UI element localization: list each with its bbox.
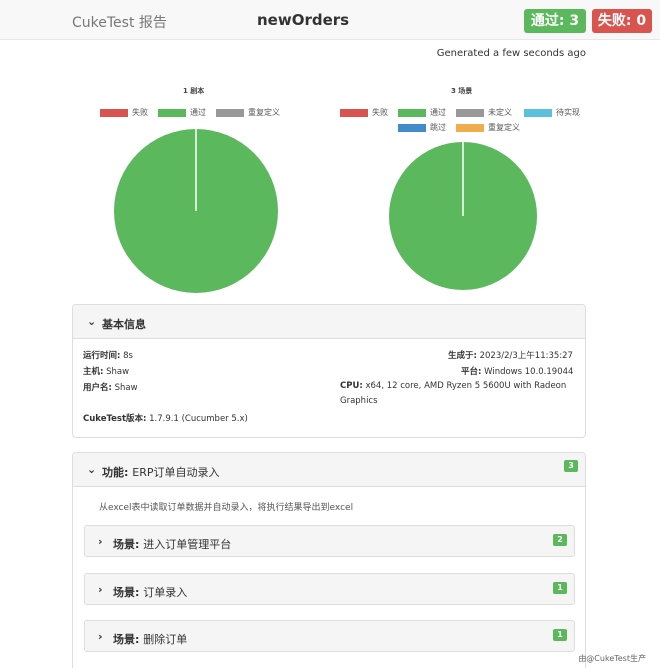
runtime-row: 运行时间: 8s — [83, 349, 133, 361]
legend-swatch — [216, 108, 244, 117]
legend-item[interactable]: 通过 — [398, 108, 446, 118]
legend-swatch — [456, 108, 484, 117]
host-row: 主机: Shaw — [83, 365, 129, 377]
host-value: Shaw — [106, 367, 130, 377]
runtime-label: 运行时间: — [83, 351, 121, 361]
chevron-down-icon: ⌄ — [87, 463, 97, 476]
chart-legend-features: 失败 通过 重复定义 — [100, 108, 300, 122]
scenario-item[interactable]: › 场景: 订单录入 1 — [84, 573, 575, 605]
user-label: 用户名: — [83, 383, 112, 393]
scenario-label: 场景: — [113, 633, 140, 646]
user-row: 用户名: Shaw — [83, 381, 138, 393]
legend-swatch — [456, 123, 484, 132]
legend-label: 通过 — [190, 108, 206, 117]
version-label: CukeTest版本: — [83, 414, 147, 424]
legend-item[interactable]: 重复定义 — [216, 108, 280, 118]
scenario-title: 场景: 进入订单管理平台 — [113, 536, 231, 552]
scenario-count-badge: 1 — [553, 629, 567, 641]
basic-info-title: 基本信息 — [102, 318, 146, 331]
legend-label: 通过 — [430, 108, 446, 117]
version-row: CukeTest版本: 1.7.9.1 (Cucumber 5.x) — [83, 412, 248, 424]
feature-description: 从excel表中读取订单数据并自动录入，将执行结果导出到excel — [99, 503, 354, 513]
chevron-right-icon: › — [98, 630, 103, 643]
legend-swatch — [100, 108, 128, 117]
feature-panel: ⌄ 功能: ERP订单自动录入 3 从excel表中读取订单数据并自动录入，将执… — [72, 452, 586, 668]
feature-label: 功能: — [102, 466, 129, 479]
legend-label: 待实现 — [556, 108, 580, 117]
legend-label: 跳过 — [430, 123, 446, 132]
legend-swatch — [158, 108, 186, 117]
legend-label: 未定义 — [488, 108, 512, 117]
cpu-row-continued: Graphics — [340, 396, 378, 406]
scenario-count-badge: 1 — [553, 582, 567, 594]
version-value: 1.7.9.1 (Cucumber 5.x) — [149, 414, 248, 424]
pass-count-badge: 通过: 3 — [524, 9, 586, 33]
pie-chart-scenarios — [389, 142, 537, 290]
scenario-name: 进入订单管理平台 — [143, 538, 232, 551]
host-label: 主机: — [83, 367, 104, 377]
generated-time: Generated a few seconds ago — [436, 48, 586, 59]
scenario-title: 场景: 订单录入 — [113, 584, 187, 600]
scenario-count-badge: 2 — [553, 534, 567, 546]
legend-label: 失败 — [132, 108, 148, 117]
legend-swatch — [524, 108, 552, 117]
cpu-value: x64, 12 core, AMD Ryzen 5 5600U with Rad… — [365, 381, 567, 391]
chart-title-features: 1 剧本 — [183, 87, 205, 95]
feature-name: ERP订单自动录入 — [132, 466, 220, 479]
legend-item[interactable]: 失败 — [100, 108, 148, 118]
legend-item[interactable]: 待实现 — [524, 108, 580, 118]
fail-count-badge: 失败: 0 — [592, 9, 652, 33]
cpu-row: CPU: x64, 12 core, AMD Ryzen 5 5600U wit… — [340, 381, 566, 391]
top-navbar: CukeTest 报告 newOrders 通过: 3 失败: 0 — [0, 0, 660, 40]
platform-label: 平台: — [461, 367, 482, 377]
chart-legend-scenarios: 失败 通过 未定义 待实现跳过 重复定义 — [340, 108, 590, 138]
chevron-right-icon: › — [98, 583, 103, 596]
legend-item[interactable]: 失败 — [340, 108, 388, 118]
scenario-item[interactable]: › 场景: 删除订单 1 — [84, 620, 575, 652]
feature-count-badge: 3 — [564, 460, 578, 472]
basic-info-panel: ⌄ 基本信息 运行时间: 8s 主机: Shaw 用户名: Shaw CukeT… — [72, 304, 586, 438]
legend-swatch — [398, 108, 426, 117]
generated-value: 2023/2/3上午11:35:27 — [479, 351, 573, 361]
runtime-value: 8s — [123, 351, 133, 361]
legend-item[interactable]: 通过 — [158, 108, 206, 118]
chevron-right-icon: › — [98, 535, 103, 548]
scenario-label: 场景: — [113, 538, 140, 551]
scenario-name: 删除订单 — [143, 633, 188, 646]
generated-label: 生成于: — [448, 351, 477, 361]
user-value: Shaw — [114, 383, 138, 393]
legend-label: 重复定义 — [488, 123, 520, 132]
scenario-item[interactable]: › 场景: 进入订单管理平台 2 — [84, 525, 575, 557]
legend-label: 失败 — [372, 108, 388, 117]
chevron-down-icon: ⌄ — [87, 315, 97, 328]
platform-row: 平台: Windows 10.0.19044 — [461, 365, 573, 377]
brand-link[interactable]: CukeTest 报告 — [72, 12, 167, 32]
legend-swatch — [340, 108, 368, 117]
chart-title-scenarios: 3 场景 — [451, 87, 473, 95]
legend-item[interactable]: 重复定义 — [456, 123, 520, 133]
pie-chart-features — [114, 129, 278, 293]
legend-item[interactable]: 跳过 — [398, 123, 446, 133]
generated-row: 生成于: 2023/2/3上午11:35:27 — [448, 349, 573, 361]
cpu-label: CPU: — [340, 381, 363, 391]
platform-value: Windows 10.0.19044 — [484, 367, 574, 377]
scenario-label: 场景: — [113, 586, 140, 599]
legend-item[interactable]: 未定义 — [456, 108, 512, 118]
scenario-name: 订单录入 — [143, 586, 188, 599]
report-title: newOrders — [257, 11, 350, 29]
feature-heading[interactable]: ⌄ 功能: ERP订单自动录入 3 — [73, 453, 585, 487]
scenario-title: 场景: 删除订单 — [113, 631, 187, 647]
feature-title: 功能: ERP订单自动录入 — [102, 464, 219, 480]
legend-swatch — [398, 123, 426, 132]
watermark: 由@CukeTest生产 — [578, 654, 646, 663]
basic-info-heading[interactable]: ⌄ 基本信息 — [73, 305, 585, 339]
legend-label: 重复定义 — [248, 108, 280, 117]
